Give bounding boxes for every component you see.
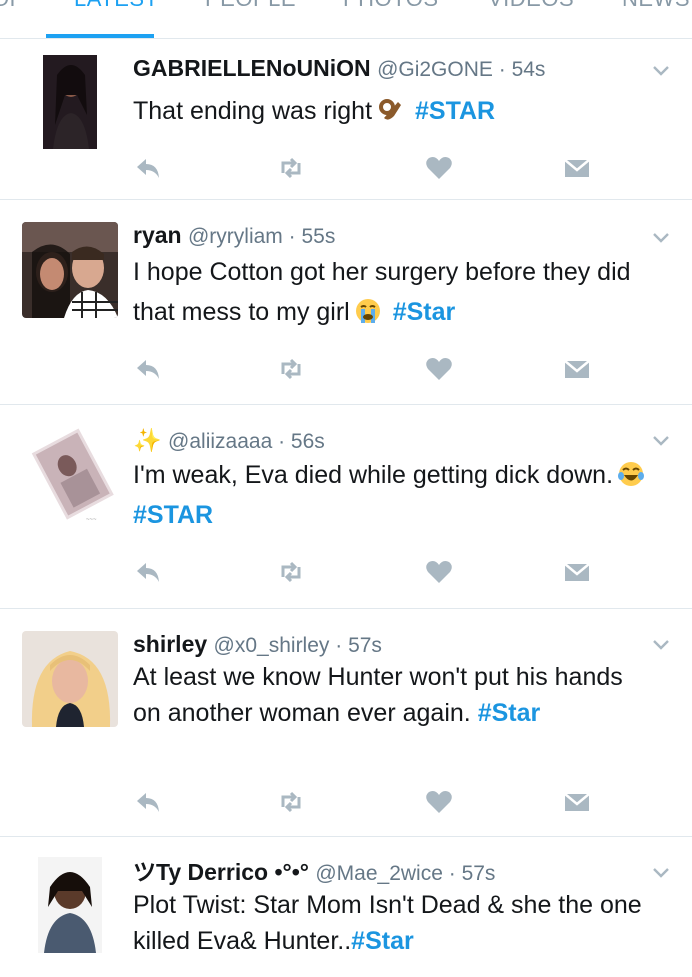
hashtag-link[interactable]: #STAR bbox=[133, 501, 213, 529]
tweet-body: That ending was right bbox=[133, 97, 373, 125]
hashtag-link[interactable]: #Star bbox=[393, 298, 456, 326]
username[interactable]: @Gi2GONE bbox=[377, 58, 493, 81]
tweet-header: shirley @x0_shirley · 57s bbox=[133, 629, 632, 661]
reply-icon[interactable] bbox=[133, 153, 163, 183]
tweet-body: I hope Cotton got her surgery before the… bbox=[133, 258, 631, 326]
retweet-icon[interactable] bbox=[276, 153, 306, 183]
timestamp[interactable]: 56s bbox=[291, 430, 325, 453]
search-tabs: OP LATEST PEOPLE PHOTOS VIDEOS NEWS bbox=[0, 0, 692, 39]
tweet-header: ツTy Derrico •°•° @Mae_2wice · 57s bbox=[133, 857, 632, 889]
separator: · bbox=[492, 58, 512, 81]
reply-icon[interactable] bbox=[133, 557, 163, 587]
svg-text:~~~: ~~~ bbox=[86, 517, 97, 523]
display-name[interactable]: ryan bbox=[133, 222, 182, 248]
tweet-actions bbox=[0, 354, 692, 384]
tweet-text: That ending was right #STAR bbox=[133, 91, 652, 131]
active-tab-indicator bbox=[46, 34, 154, 38]
avatar[interactable] bbox=[22, 631, 118, 727]
tweet-actions bbox=[0, 787, 692, 817]
hashtag-link[interactable]: #Star bbox=[351, 927, 414, 955]
display-name[interactable]: GABRIELLENoUNiON bbox=[133, 55, 371, 81]
tweet-text: At least we know Hunter won't put his ha… bbox=[133, 659, 652, 731]
tweet-body: I'm weak, Eva died while getting dick do… bbox=[133, 461, 614, 489]
tweet-actions bbox=[0, 557, 692, 587]
username[interactable]: @x0_shirley bbox=[214, 634, 330, 657]
tweet-text: Plot Twist: Star Mom Isn't Dead & she th… bbox=[133, 887, 652, 959]
direct-message-icon[interactable] bbox=[562, 557, 592, 587]
tweet-header: ryan @ryryliam · 55s bbox=[133, 220, 632, 252]
crying-face-emoji bbox=[355, 299, 380, 323]
like-icon[interactable] bbox=[424, 557, 454, 587]
tab-photos[interactable]: PHOTOS bbox=[343, 0, 439, 12]
reply-icon[interactable] bbox=[133, 787, 163, 817]
chevron-down-icon[interactable] bbox=[652, 232, 670, 244]
like-icon[interactable] bbox=[424, 787, 454, 817]
retweet-icon[interactable] bbox=[276, 354, 306, 384]
tweet[interactable]: ~~~ ✨ @aliizaaaa · 56s I'm weak, Eva die… bbox=[0, 405, 692, 609]
username[interactable]: @aliizaaaa bbox=[168, 430, 272, 453]
separator: · bbox=[442, 862, 462, 885]
hashtag-link[interactable]: #Star bbox=[478, 699, 541, 727]
display-name[interactable]: ✨ bbox=[133, 427, 162, 453]
separator: · bbox=[272, 430, 291, 453]
tweet-body: At least we know Hunter won't put his ha… bbox=[133, 663, 623, 727]
timestamp[interactable]: 57s bbox=[462, 862, 496, 885]
like-icon[interactable] bbox=[424, 153, 454, 183]
timestamp[interactable]: 54s bbox=[512, 58, 546, 81]
tweet[interactable]: shirley @x0_shirley · 57s At least we kn… bbox=[0, 609, 692, 837]
tweet-header: ✨ @aliizaaaa · 56s bbox=[133, 425, 632, 457]
tweet[interactable]: ツTy Derrico •°•° @Mae_2wice · 57s Plot T… bbox=[0, 837, 692, 977]
separator: · bbox=[329, 634, 349, 657]
tab-people[interactable]: PEOPLE bbox=[205, 0, 296, 12]
tweet-text: I'm weak, Eva died while getting dick do… bbox=[133, 455, 652, 535]
direct-message-icon[interactable] bbox=[562, 354, 592, 384]
direct-message-icon[interactable] bbox=[562, 787, 592, 817]
chevron-down-icon[interactable] bbox=[652, 435, 670, 447]
avatar[interactable] bbox=[38, 857, 102, 953]
chevron-down-icon[interactable] bbox=[652, 65, 670, 77]
tweet-header: GABRIELLENoUNiON @Gi2GONE · 54s bbox=[133, 53, 632, 85]
display-name[interactable]: ツTy Derrico •°•° bbox=[133, 859, 309, 885]
tab-videos[interactable]: VIDEOS bbox=[488, 0, 574, 12]
tweet-text: I hope Cotton got her surgery before the… bbox=[133, 252, 652, 332]
tab-latest[interactable]: LATEST bbox=[74, 0, 159, 12]
username[interactable]: @ryryliam bbox=[188, 225, 283, 248]
tab-top[interactable]: OP bbox=[0, 0, 25, 12]
timestamp[interactable]: 57s bbox=[348, 634, 382, 657]
tweet[interactable]: GABRIELLENoUNiON @Gi2GONE · 54s That end… bbox=[0, 39, 692, 200]
tweet-actions bbox=[0, 153, 692, 183]
direct-message-icon[interactable] bbox=[562, 153, 592, 183]
separator: · bbox=[282, 225, 302, 248]
timestamp[interactable]: 55s bbox=[301, 225, 335, 248]
avatar[interactable]: ~~~ bbox=[26, 425, 116, 525]
chevron-down-icon[interactable] bbox=[652, 867, 670, 879]
hashtag-link[interactable]: #STAR bbox=[415, 97, 495, 125]
like-icon[interactable] bbox=[424, 354, 454, 384]
display-name[interactable]: shirley bbox=[133, 631, 207, 657]
ok-hand-emoji bbox=[379, 99, 402, 120]
avatar[interactable] bbox=[43, 55, 97, 149]
tears-of-joy-emoji bbox=[618, 462, 645, 486]
retweet-icon[interactable] bbox=[276, 557, 306, 587]
username[interactable]: @Mae_2wice bbox=[315, 862, 443, 885]
avatar[interactable] bbox=[22, 222, 118, 318]
chevron-down-icon[interactable] bbox=[652, 639, 670, 651]
tab-news[interactable]: NEWS bbox=[622, 0, 690, 12]
tweet[interactable]: ryan @ryryliam · 55s I hope Cotton got h… bbox=[0, 200, 692, 405]
reply-icon[interactable] bbox=[133, 354, 163, 384]
retweet-icon[interactable] bbox=[276, 787, 306, 817]
